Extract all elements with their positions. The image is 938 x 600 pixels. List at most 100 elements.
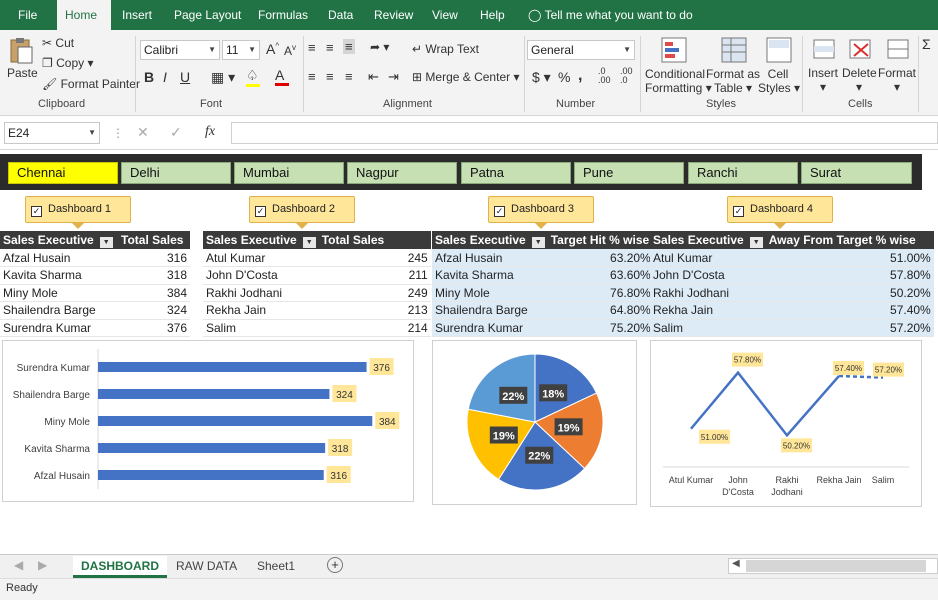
align-bottom-button[interactable]: ≡ <box>343 39 355 54</box>
checkbox-checked-icon[interactable]: ✓ <box>733 206 744 217</box>
tab-view[interactable]: View <box>424 0 466 30</box>
dashboard-toggle-1[interactable]: ✓ Dashboard 1 <box>25 196 131 229</box>
value-cell[interactable]: 57.80% <box>765 266 934 285</box>
sheet-tab-raw-data[interactable]: RAW DATA <box>168 556 245 576</box>
name-cell[interactable]: John D'Costa <box>650 266 766 285</box>
dashboard-toggle-2[interactable]: ✓ Dashboard 2 <box>249 196 355 229</box>
delete-cells-button[interactable]: Delete ▾ <box>842 66 877 94</box>
value-cell[interactable]: 316 <box>118 249 190 267</box>
formula-input[interactable] <box>231 122 938 144</box>
bar[interactable] <box>98 416 373 426</box>
checkbox-checked-icon[interactable]: ✓ <box>494 206 505 217</box>
city-button-patna[interactable]: Patna <box>461 162 571 184</box>
value-cell[interactable]: 57.40% <box>765 301 934 320</box>
fill-color-button[interactable]: ♤ <box>246 67 260 87</box>
decrease-indent-button[interactable]: ⇤ <box>368 69 379 85</box>
format-cells-button[interactable]: Format ▾ <box>878 66 916 94</box>
value-cell[interactable]: 63.20% <box>547 249 654 267</box>
scrollbar-thumb[interactable] <box>746 560 926 572</box>
city-button-ranchi[interactable]: Ranchi <box>688 162 798 184</box>
insert-function-button[interactable]: fx <box>205 124 215 140</box>
italic-button[interactable]: I <box>163 69 167 85</box>
value-cell[interactable]: 249 <box>318 284 431 302</box>
city-button-pune[interactable]: Pune <box>574 162 684 184</box>
name-cell[interactable]: Atul Kumar <box>650 249 766 267</box>
value-cell[interactable]: 376 <box>118 319 190 337</box>
copy-button[interactable]: ❐ Copy ▾ <box>42 56 93 70</box>
cell-styles-button[interactable]: Cell Styles ▾ <box>758 67 800 95</box>
font-color-button[interactable]: A <box>275 67 289 86</box>
name-cell[interactable]: John D'Costa <box>203 266 319 285</box>
format-painter-button[interactable]: 🖌 Format Painter <box>42 77 140 91</box>
name-cell[interactable]: Rakhi Jodhani <box>650 284 766 302</box>
cut-button[interactable]: ✂ Cut <box>42 36 74 50</box>
align-top-button[interactable]: ≡ <box>308 40 316 55</box>
align-right-button[interactable]: ≡ <box>345 69 353 84</box>
autosum-icon[interactable]: Σ <box>922 36 931 52</box>
insert-cells-button[interactable]: Insert ▾ <box>808 66 838 94</box>
name-box[interactable]: E24 ▼ <box>4 122 100 144</box>
name-cell[interactable]: Kavita Sharma <box>432 266 548 285</box>
decrease-decimal-button[interactable]: .00 .0 <box>620 67 638 85</box>
scroll-left-icon[interactable]: ◀ <box>14 558 23 572</box>
scroll-left-arrow-icon[interactable]: ◀ <box>732 558 740 569</box>
underline-button[interactable]: U <box>180 69 190 85</box>
name-cell[interactable]: Miny Mole <box>432 284 548 302</box>
filter-icon[interactable]: ▼ <box>302 236 316 248</box>
sheet-tab-dashboard[interactable]: DASHBOARD <box>73 556 167 578</box>
align-center-button[interactable]: ≡ <box>326 69 334 84</box>
city-button-nagpur[interactable]: Nagpur <box>347 162 457 184</box>
name-cell[interactable]: Salim <box>203 319 319 337</box>
value-cell[interactable]: 57.20% <box>765 319 934 337</box>
line-series[interactable] <box>690 370 840 438</box>
tab-page-layout[interactable]: Page Layout <box>166 0 249 30</box>
checkbox-checked-icon[interactable]: ✓ <box>31 206 42 217</box>
merge-center-button[interactable]: ⊞ Merge & Center ▾ <box>412 70 519 84</box>
bar[interactable] <box>98 362 367 372</box>
name-cell[interactable]: Salim <box>650 319 766 337</box>
add-sheet-button[interactable]: + <box>327 557 343 573</box>
bar[interactable] <box>98 443 326 453</box>
city-button-delhi[interactable]: Delhi <box>121 162 231 184</box>
name-cell[interactable]: Atul Kumar <box>203 249 319 267</box>
name-cell[interactable]: Miny Mole <box>0 284 118 302</box>
name-cell[interactable]: Rekha Jain <box>203 301 319 320</box>
name-cell[interactable]: Surendra Kumar <box>432 319 548 337</box>
name-cell[interactable]: Shailendra Barge <box>0 301 118 320</box>
value-cell[interactable]: 51.00% <box>765 249 934 267</box>
name-cell[interactable]: Rakhi Jodhani <box>203 284 319 302</box>
tab-help[interactable]: Help <box>472 0 513 30</box>
filter-icon[interactable]: ▼ <box>531 236 545 248</box>
name-cell[interactable]: Rekha Jain <box>650 301 766 320</box>
sheet-tab-sheet1[interactable]: Sheet1 <box>249 556 303 576</box>
align-left-button[interactable]: ≡ <box>308 69 316 84</box>
align-middle-button[interactable]: ≡ <box>326 40 334 55</box>
grow-font-button[interactable]: A^ <box>266 41 279 57</box>
borders-button[interactable]: ▦ ▾ <box>211 69 235 86</box>
tab-file[interactable]: File <box>10 0 45 30</box>
tab-review[interactable]: Review <box>366 0 421 30</box>
city-button-chennai[interactable]: Chennai <box>8 162 118 184</box>
value-cell[interactable]: 50.20% <box>765 284 934 302</box>
tab-formulas[interactable]: Formulas <box>250 0 316 30</box>
bar[interactable] <box>98 389 330 399</box>
value-cell[interactable]: 76.80% <box>547 284 654 302</box>
bold-button[interactable]: B <box>144 69 154 85</box>
value-cell[interactable]: 63.60% <box>547 266 654 285</box>
filter-icon[interactable]: ▼ <box>749 236 763 248</box>
wrap-text-button[interactable]: ↵ Wrap Text <box>412 42 479 56</box>
value-cell[interactable]: 324 <box>118 301 190 320</box>
name-cell[interactable]: Kavita Sharma <box>0 266 118 285</box>
increase-decimal-button[interactable]: .0 .00 <box>598 67 616 85</box>
bar[interactable] <box>98 470 324 480</box>
value-cell[interactable]: 318 <box>118 266 190 285</box>
increase-indent-button[interactable]: ⇥ <box>388 69 399 85</box>
cancel-entry-icon[interactable]: ✕ <box>137 124 149 141</box>
paste-icon[interactable] <box>8 36 34 64</box>
font-name-select[interactable]: Calibri ▼ <box>140 40 220 60</box>
tab-insert[interactable]: Insert <box>114 0 160 30</box>
name-cell[interactable]: Afzal Husain <box>432 249 548 267</box>
name-cell[interactable]: Surendra Kumar <box>0 319 118 337</box>
city-button-surat[interactable]: Surat <box>801 162 912 184</box>
shrink-font-button[interactable]: Av <box>284 43 296 58</box>
